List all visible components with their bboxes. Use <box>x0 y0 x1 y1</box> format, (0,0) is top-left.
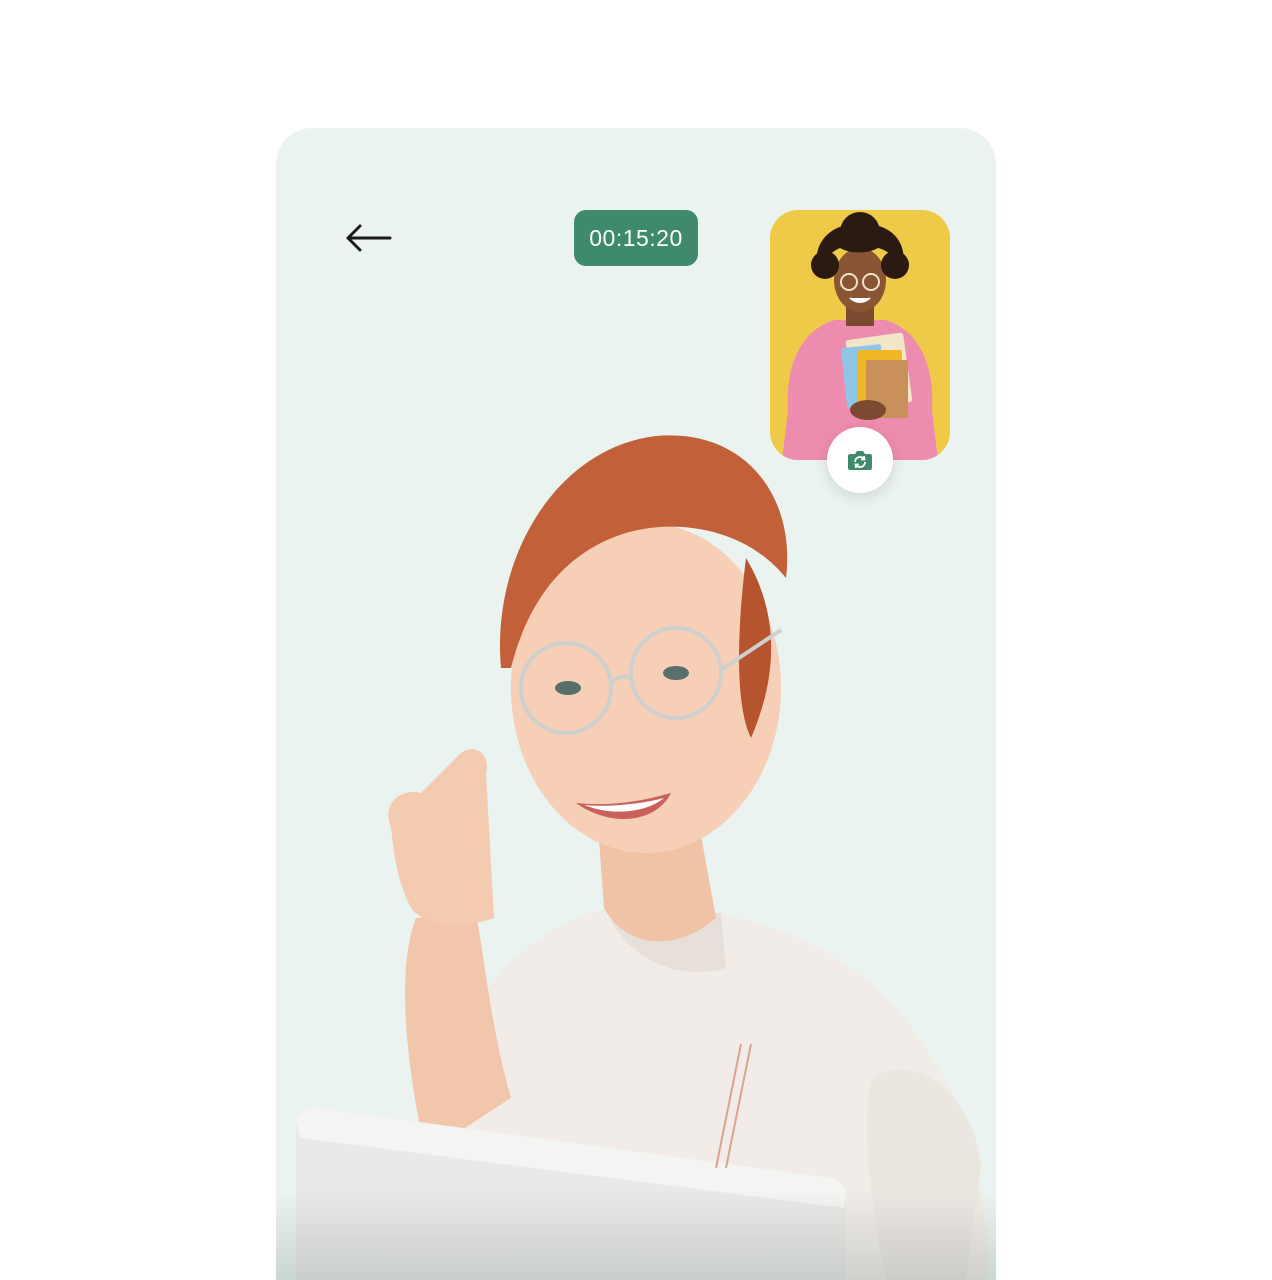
remote-participant-video <box>296 435 988 1280</box>
self-view-image <box>782 212 938 460</box>
switch-camera-button[interactable] <box>827 427 893 493</box>
back-button[interactable] <box>340 216 396 260</box>
call-timer-badge: 00:15:20 <box>574 210 698 266</box>
camera-rotate-icon <box>848 451 872 470</box>
arrow-left-icon <box>346 224 392 252</box>
self-view-video[interactable] <box>770 210 950 460</box>
video-call-screen: 00:15:20 <box>276 128 996 1280</box>
